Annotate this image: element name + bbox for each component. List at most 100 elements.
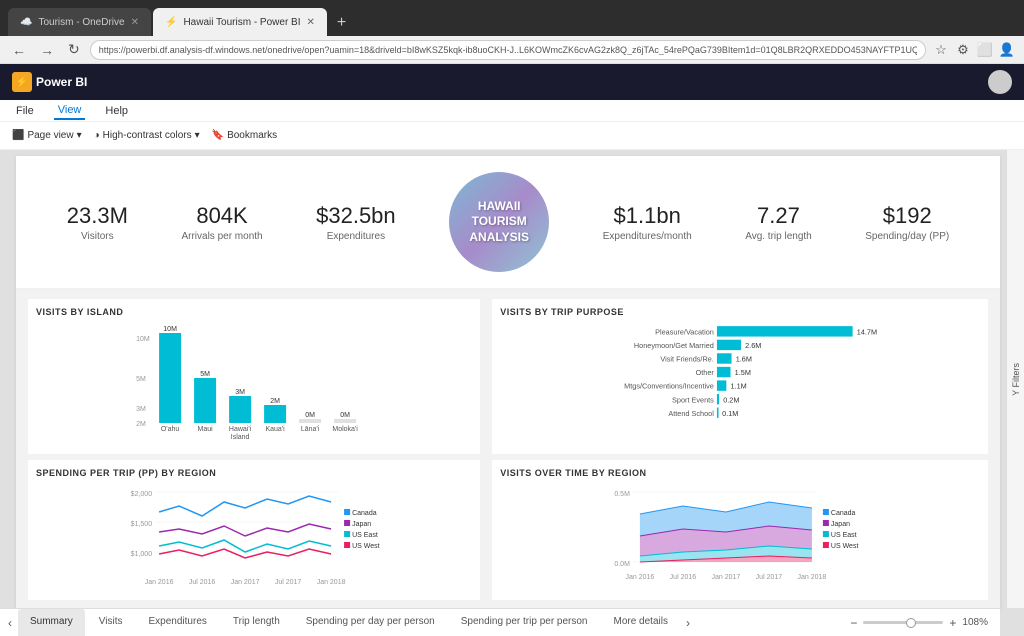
svg-text:10M: 10M xyxy=(163,326,177,333)
zoom-handle[interactable] xyxy=(906,618,916,628)
stat-trip-length-value: 7.27 xyxy=(745,203,812,229)
extensions-icon[interactable]: ⬜ xyxy=(976,41,994,59)
stat-spending-day-value: $192 xyxy=(865,203,949,229)
stat-expenditures-label: Expenditures xyxy=(316,231,396,242)
svg-text:5M: 5M xyxy=(136,376,146,383)
svg-text:US West: US West xyxy=(352,543,380,550)
new-tab-button[interactable]: + xyxy=(329,10,354,36)
page-view-icon: ⬛ xyxy=(12,130,24,141)
menu-view[interactable]: View xyxy=(54,102,86,120)
svg-text:2M: 2M xyxy=(270,398,280,405)
filters-label: Y Filters xyxy=(1011,363,1021,396)
stat-visitors-label: Visitors xyxy=(67,231,128,242)
tab-prev-arrow[interactable]: ‹ xyxy=(4,609,16,636)
stat-arrivals-value: 804K xyxy=(181,203,262,229)
svg-text:Japan: Japan xyxy=(831,521,850,528)
svg-text:0.0M: 0.0M xyxy=(615,561,631,568)
svg-text:Other: Other xyxy=(696,368,715,377)
svg-text:0.1M: 0.1M xyxy=(722,409,738,418)
back-button[interactable]: ← xyxy=(8,40,30,60)
bar-kauai[interactable] xyxy=(264,405,286,423)
bar-maui[interactable] xyxy=(194,378,216,423)
svg-text:Jan 2017: Jan 2017 xyxy=(712,574,741,581)
tab-trip-length[interactable]: Trip length xyxy=(221,609,292,636)
bar-lanai[interactable] xyxy=(299,419,321,423)
bookmarks-button[interactable]: 🔖 Bookmarks xyxy=(212,130,277,141)
svg-text:$1,000: $1,000 xyxy=(131,551,153,558)
spending-per-trip-panel: SPENDING PER TRIP (PP) BY REGION $2,000 … xyxy=(28,460,480,600)
visits-time-title: VISITS OVER TIME BY REGION xyxy=(500,468,980,478)
tab-next-arrow[interactable]: › xyxy=(682,609,694,636)
svg-text:3M: 3M xyxy=(136,406,146,413)
svg-text:Attend School: Attend School xyxy=(669,409,715,418)
settings-icon[interactable]: ⚙ xyxy=(954,41,972,59)
tab-summary[interactable]: Summary xyxy=(18,609,85,636)
tab-onedrive[interactable]: ☁️ Tourism - OneDrive ✕ xyxy=(8,8,151,36)
svg-text:1.1M: 1.1M xyxy=(731,382,747,391)
visits-over-time-panel: VISITS OVER TIME BY REGION 0.5M 0.0M Jan… xyxy=(492,460,988,600)
tab-more-details[interactable]: More details xyxy=(602,609,680,636)
charts-row-2: SPENDING PER TRIP (PP) BY REGION $2,000 … xyxy=(16,460,1000,608)
svg-text:Visit Friends/Re.: Visit Friends/Re. xyxy=(661,355,714,364)
browser-tabs: ☁️ Tourism - OneDrive ✕ ⚡ Hawaii Tourism… xyxy=(8,0,354,36)
svg-text:Jan 2016: Jan 2016 xyxy=(145,579,174,586)
address-bar[interactable] xyxy=(90,40,926,60)
zoom-in-icon[interactable]: + xyxy=(949,616,956,630)
menu-help[interactable]: Help xyxy=(101,103,132,119)
high-contrast-button[interactable]: ◑ High-contrast colors ▾ xyxy=(94,130,200,141)
stat-expenditures-value: $32.5bn xyxy=(316,203,396,229)
tab-spending-day[interactable]: Spending per day per person xyxy=(294,609,447,636)
svg-text:0.2M: 0.2M xyxy=(723,395,739,404)
close-tab-icon[interactable]: ✕ xyxy=(131,17,139,28)
svg-text:3M: 3M xyxy=(235,389,245,396)
refresh-button[interactable]: ↻ xyxy=(64,39,84,60)
svg-text:Hawai'i: Hawai'i xyxy=(229,426,252,433)
bar-hawaii[interactable] xyxy=(229,396,251,423)
logo-circle: HAWAII TOURISM ANALYSIS xyxy=(449,172,549,272)
powerbi-appbar: ⚡ Power BI xyxy=(0,64,1024,100)
bar-molokai[interactable] xyxy=(334,419,356,423)
filters-panel[interactable]: Y Filters xyxy=(1006,150,1024,608)
user-avatar[interactable] xyxy=(988,70,1012,94)
svg-text:US West: US West xyxy=(831,543,859,550)
stat-visitors-value: 23.3M xyxy=(67,203,128,229)
contrast-icon: ◑ xyxy=(94,130,100,141)
stat-spending-day-label: Spending/day (PP) xyxy=(865,231,949,242)
svg-text:0M: 0M xyxy=(305,412,315,419)
bar-oahu[interactable] xyxy=(159,333,181,423)
menu-file[interactable]: File xyxy=(12,103,38,119)
close-active-tab-icon[interactable]: ✕ xyxy=(307,17,315,28)
forward-button[interactable]: → xyxy=(36,40,58,60)
visits-by-island-panel: VISITS BY ISLAND 10M 5M 3M 2M 10M 5M 3M … xyxy=(28,299,480,454)
svg-text:Kaua'i: Kaua'i xyxy=(265,426,285,433)
toolbar-icons: ☆ ⚙ ⬜ 👤 xyxy=(932,41,1016,59)
powerbi-app-name: Power BI xyxy=(36,75,87,89)
svg-text:10M: 10M xyxy=(136,336,150,343)
svg-text:Maui: Maui xyxy=(198,426,214,433)
stat-trip-length-label: Avg. trip length xyxy=(745,231,812,242)
page-view-button[interactable]: ⬛ Page view ▾ xyxy=(12,130,82,141)
profile-icon[interactable]: 👤 xyxy=(998,41,1016,59)
visits-island-chart: 10M 5M 3M 2M 10M 5M 3M 2M 0M 0M xyxy=(36,323,472,443)
stat-spending-day: $192 Spending/day (PP) xyxy=(865,203,949,242)
powerbi-logo-icon: ⚡ xyxy=(12,72,32,92)
spending-trip-chart: $2,000 $1,500 $1,000 Jan 2016 Jul 2016 J… xyxy=(36,484,472,589)
zoom-out-icon[interactable]: − xyxy=(850,616,857,630)
svg-text:Jul 2016: Jul 2016 xyxy=(189,579,216,586)
svg-text:Moloka'i: Moloka'i xyxy=(332,426,358,433)
svg-text:1.5M: 1.5M xyxy=(735,368,751,377)
tab-spending-trip[interactable]: Spending per trip per person xyxy=(449,609,600,636)
visits-by-purpose-panel: VISITS BY TRIP PURPOSE Pleasure/Vacation… xyxy=(492,299,988,454)
svg-text:2.6M: 2.6M xyxy=(745,341,761,350)
svg-text:Canada: Canada xyxy=(831,510,856,517)
tab-powerbi[interactable]: ⚡ Hawaii Tourism - Power BI ✕ xyxy=(153,8,327,36)
browser-chrome: ☁️ Tourism - OneDrive ✕ ⚡ Hawaii Tourism… xyxy=(0,0,1024,36)
zoom-slider[interactable] xyxy=(863,621,943,624)
tab-visits[interactable]: Visits xyxy=(87,609,135,636)
svg-text:Jan 2018: Jan 2018 xyxy=(798,574,827,581)
svg-text:Mtgs/Conventions/Incentive: Mtgs/Conventions/Incentive xyxy=(624,382,714,391)
star-icon[interactable]: ☆ xyxy=(932,41,950,59)
svg-text:Canada: Canada xyxy=(352,510,377,517)
svg-text:Lāna'i: Lāna'i xyxy=(301,426,320,433)
tab-expenditures[interactable]: Expenditures xyxy=(137,609,219,636)
